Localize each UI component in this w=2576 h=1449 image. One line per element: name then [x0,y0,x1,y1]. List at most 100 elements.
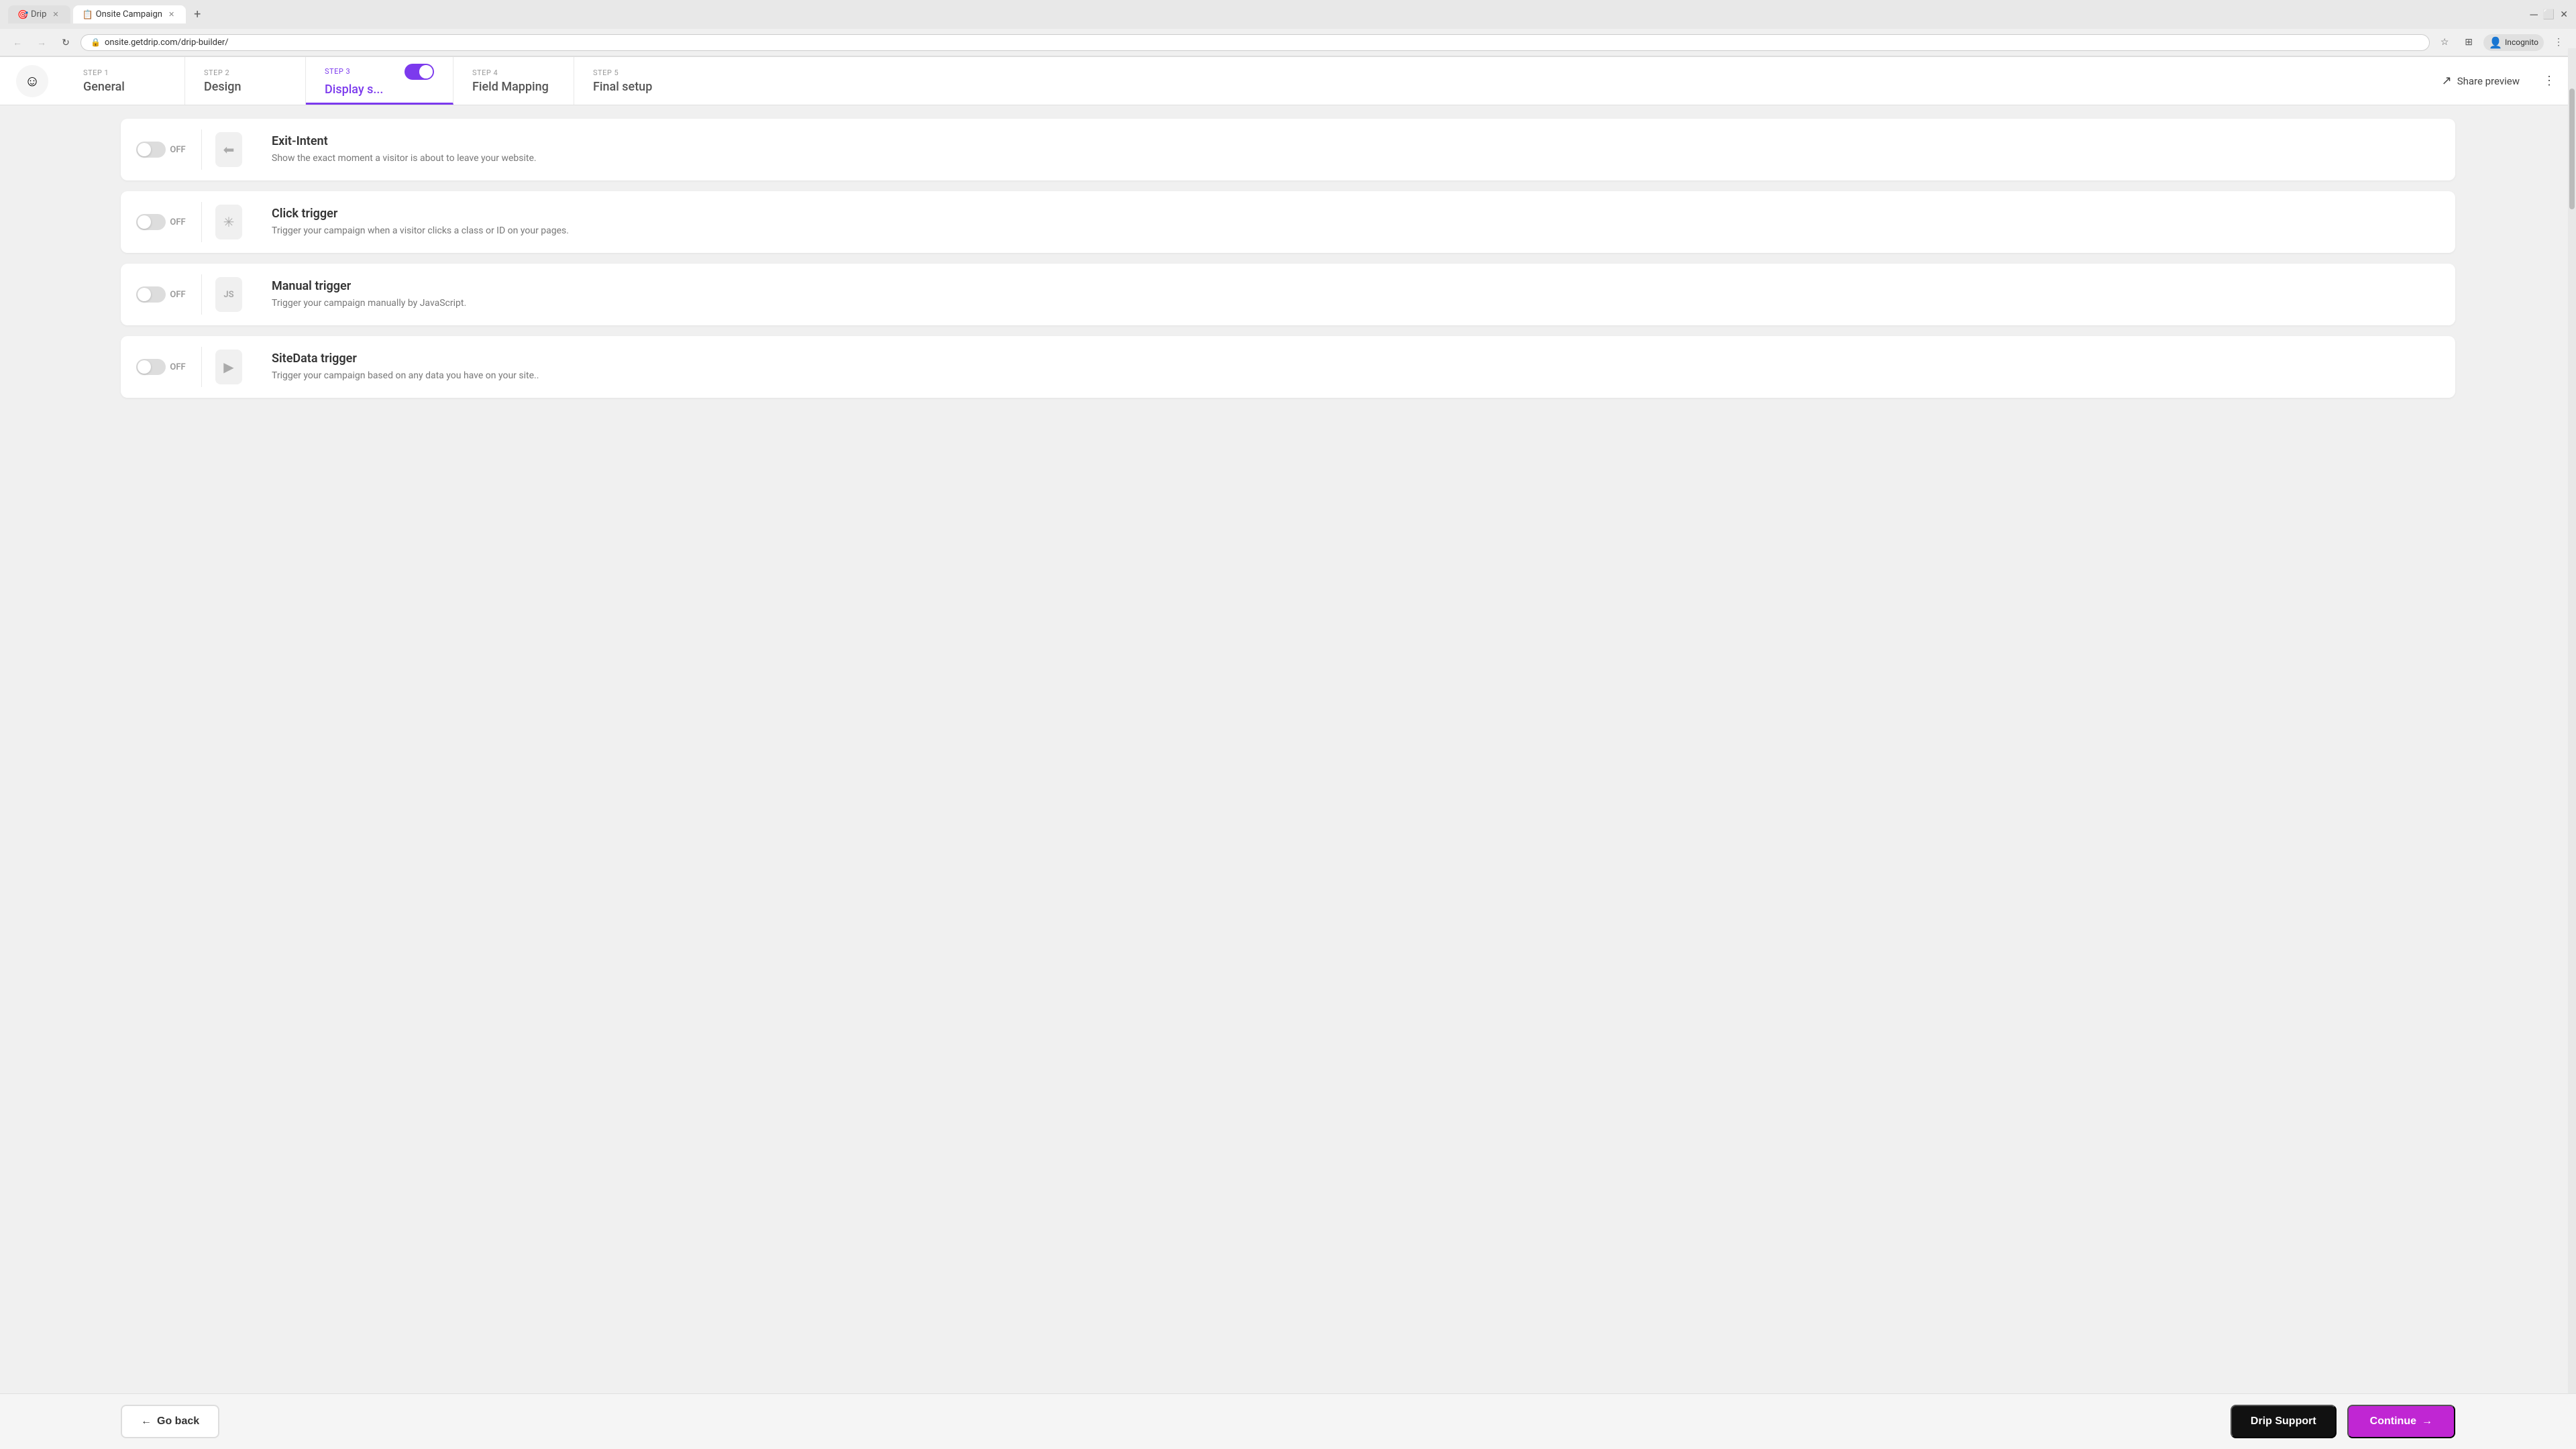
sitedata-trigger-icon: ▶ [215,350,242,384]
minimize-button[interactable]: ─ [2530,8,2537,21]
exit-intent-icon-area: ⬅ [202,119,256,180]
exit-intent-description: Show the exact moment a visitor is about… [272,152,2439,166]
onsite-tab-label: Onsite Campaign [96,9,162,19]
chrome-menu-button[interactable]: ⋮ [2549,33,2568,52]
step-3-toggle[interactable] [405,64,434,80]
browser-controls: ← → ↻ 🔒 onsite.getdrip.com/drip-builder/… [0,29,2576,56]
click-trigger-card: OFF ✳ Click trigger Trigger your campaig… [121,191,2455,253]
app-header: ☺ STEP 1 General STEP 2 Design STEP 3 [0,57,2576,105]
go-back-label: Go back [157,1415,199,1428]
sitedata-trigger-icon-area: ▶ [202,336,256,398]
header-right: ↗ Share preview ⋮ [2420,70,2560,92]
step-1-label: STEP 1 [83,68,166,77]
step-4[interactable]: STEP 4 Field Mapping [453,57,574,105]
step-3-name: Display s... [325,83,434,97]
forward-button[interactable]: → [32,33,51,52]
go-back-arrow-icon: ← [141,1415,152,1428]
exit-intent-title: Exit-Intent [272,134,2439,148]
sitedata-trigger-toggle-section: OFF [121,345,201,388]
sitedata-trigger-description: Trigger your campaign based on any data … [272,370,2439,383]
browser-right-icons: ☆ ⊞ 👤 Incognito ⋮ [2435,33,2568,52]
new-tab-button[interactable]: + [189,6,206,23]
go-back-button[interactable]: ← Go back [121,1405,219,1438]
star-button[interactable]: ☆ [2435,33,2454,52]
exit-intent-content: Exit-Intent Show the exact moment a visi… [256,121,2455,179]
browser-tab-onsite[interactable]: 📋 Onsite Campaign ✕ [73,5,186,23]
continue-arrow-icon: → [2422,1415,2432,1428]
main-content: OFF ⬅ Exit-Intent Show the exact moment … [0,105,2576,1434]
back-button[interactable]: ← [8,33,27,52]
click-trigger-toggle-section: OFF [121,201,201,244]
bottom-right: Drip Support Continue → [2231,1405,2455,1438]
exit-intent-card: OFF ⬅ Exit-Intent Show the exact moment … [121,119,2455,180]
right-scrollbar[interactable] [2568,48,2576,1395]
click-trigger-description: Trigger your campaign when a visitor cli… [272,225,2439,238]
manual-trigger-toggle[interactable]: OFF [136,286,185,303]
incognito-avatar: 👤 [2489,36,2502,49]
click-trigger-content: Click trigger Trigger your campaign when… [256,193,2455,252]
click-trigger-toggle-dot [138,215,151,229]
browser-tabs: 🎯 Drip ✕ 📋 Onsite Campaign ✕ + [8,5,206,23]
extensions-button[interactable]: ⊞ [2459,33,2478,52]
click-trigger-toggle-label: OFF [170,217,185,227]
close-window-button[interactable]: ✕ [2560,9,2568,20]
click-trigger-toggle[interactable]: OFF [136,214,185,230]
sitedata-trigger-card: OFF ▶ SiteData trigger Trigger your camp… [121,336,2455,398]
manual-trigger-content: Manual trigger Trigger your campaign man… [256,266,2455,324]
exit-intent-toggle[interactable]: OFF [136,142,185,158]
drip-support-label: Drip Support [2251,1415,2316,1428]
manual-trigger-toggle-track[interactable] [136,286,166,303]
exit-intent-icon: ⬅ [215,132,242,167]
continue-button[interactable]: Continue → [2347,1405,2455,1438]
browser-tab-drip[interactable]: 🎯 Drip ✕ [8,5,70,23]
step-5-label: STEP 5 [593,68,676,77]
step-3[interactable]: STEP 3 Display s... [306,57,453,105]
manual-trigger-title: Manual trigger [272,279,2439,293]
click-trigger-title: Click trigger [272,207,2439,221]
onsite-favicon: 📋 [83,10,92,19]
drip-favicon: 🎯 [17,10,27,19]
step-2-name: Design [204,80,286,94]
step-5-name: Final setup [593,80,676,94]
drip-tab-close[interactable]: ✕ [50,9,60,19]
exit-intent-toggle-label: OFF [170,145,185,155]
more-icon: ⋮ [2543,74,2555,88]
exit-intent-toggle-track[interactable] [136,142,166,158]
share-preview-label: Share preview [2457,75,2520,87]
share-preview-button[interactable]: ↗ Share preview [2434,70,2528,92]
scrollbar-thumb[interactable] [2569,89,2575,209]
logo-icon: ☺ [25,72,40,90]
more-options-button[interactable]: ⋮ [2538,70,2560,92]
exit-intent-toggle-dot [138,143,151,156]
maximize-button[interactable]: ⬜ [2543,9,2555,20]
manual-trigger-icon-area: JS [202,264,256,325]
drip-tab-label: Drip [31,9,46,19]
sitedata-trigger-toggle-label: OFF [170,362,185,372]
step-1[interactable]: STEP 1 General [64,57,185,105]
onsite-tab-close[interactable]: ✕ [166,9,176,19]
sitedata-trigger-toggle-dot [138,360,151,374]
step-3-top: STEP 3 [325,64,434,80]
step-3-toggle-dot2 [419,65,433,78]
incognito-button[interactable]: 👤 Incognito [2483,34,2544,51]
step-3-label: STEP 3 [325,67,350,76]
click-trigger-toggle-track[interactable] [136,214,166,230]
step-4-name: Field Mapping [472,80,555,94]
step-5[interactable]: STEP 5 Final setup [574,57,695,105]
manual-trigger-toggle-dot [138,288,151,301]
step-2[interactable]: STEP 2 Design [185,57,306,105]
incognito-label: Incognito [2505,38,2538,47]
click-trigger-icon: ✳ [215,205,242,239]
url-text: onsite.getdrip.com/drip-builder/ [105,38,2420,48]
browser-chrome: 🎯 Drip ✕ 📋 Onsite Campaign ✕ + ─ ⬜ ✕ ← →… [0,0,2576,57]
refresh-button[interactable]: ↻ [56,33,75,52]
sitedata-trigger-toggle[interactable]: OFF [136,359,185,375]
sitedata-trigger-content: SiteData trigger Trigger your campaign b… [256,338,2455,396]
drip-support-button[interactable]: Drip Support [2231,1405,2337,1438]
step-3-toggle-track[interactable] [405,64,434,80]
sitedata-trigger-toggle-track[interactable] [136,359,166,375]
share-icon: ↗ [2442,74,2452,88]
address-bar[interactable]: 🔒 onsite.getdrip.com/drip-builder/ [80,34,2430,51]
continue-label: Continue [2370,1415,2416,1428]
manual-trigger-toggle-section: OFF [121,273,201,316]
